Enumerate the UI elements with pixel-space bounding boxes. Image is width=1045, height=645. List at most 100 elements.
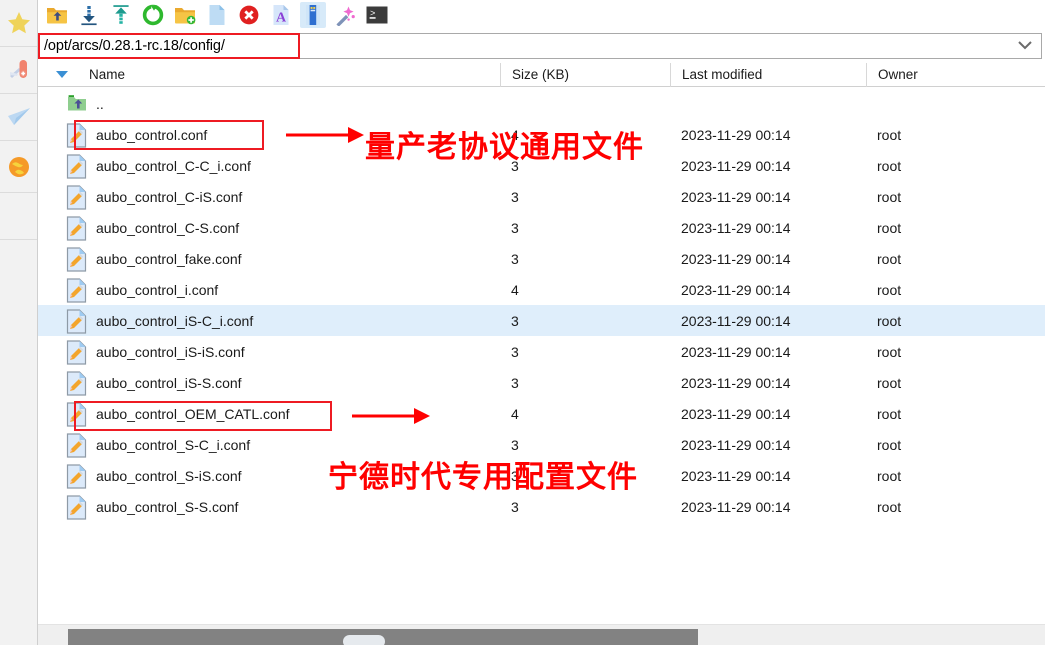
file-modified-cell: 2023-11-29 00:14: [681, 374, 791, 391]
file-owner-cell: root: [877, 312, 902, 329]
rename-button[interactable]: A: [268, 2, 294, 28]
file-size-cell: 3: [511, 436, 519, 453]
conf-file-icon: [66, 401, 88, 427]
file-list[interactable]: .. aubo_control.conf 4 2023-11-29 00:14 root…: [38, 88, 1045, 622]
file-modified-cell: 2023-11-29 00:14: [681, 312, 791, 329]
file-name-label: aubo_control_i.conf: [96, 281, 219, 298]
file-modified-cell: 2023-11-29 00:14: [681, 436, 791, 453]
file-row[interactable]: aubo_control_S-S.conf 3 2023-11-29 00:14 ro…: [38, 491, 1045, 522]
file-name-label: aubo_control_C-C_i.conf: [96, 157, 251, 174]
file-size-cell: 4: [511, 126, 519, 143]
scrollbar-grip[interactable]: [343, 635, 385, 645]
file-name-label: aubo_control_OEM_CATL.conf: [96, 405, 290, 422]
file-modified-cell: 2023-11-29 00:14: [681, 157, 791, 174]
conf-file-icon: [66, 215, 88, 241]
file-row[interactable]: aubo_control_iS-iS.conf 3 2023-11-29 00:14…: [38, 336, 1045, 367]
svg-text:A: A: [276, 11, 287, 26]
path-combobox[interactable]: /opt/arcs/0.28.1-rc.18/config/: [38, 33, 1042, 59]
terminal-button[interactable]: >: [364, 2, 390, 28]
conf-file-icon: [66, 184, 88, 210]
conf-file-icon: [66, 308, 88, 334]
file-row-name-cell: ..: [38, 92, 500, 116]
file-modified-cell: 2023-11-29 00:14: [681, 126, 791, 143]
sort-descending-triangle-icon[interactable]: [56, 71, 68, 78]
delete-button[interactable]: [236, 2, 262, 28]
column-header-owner[interactable]: Owner: [866, 62, 1045, 87]
file-size-cell: 3: [511, 467, 519, 484]
chevron-down-icon[interactable]: [1017, 37, 1033, 55]
sidebar-item-tools[interactable]: [0, 47, 37, 94]
file-row-name-cell: aubo_control_S-iS.conf: [38, 463, 500, 489]
new-folder-icon: [174, 5, 196, 25]
conf-file-icon: [66, 463, 88, 489]
path-bar: /opt/arcs/0.28.1-rc.18/config/: [38, 32, 1045, 60]
file-row[interactable]: aubo_control_C-C_i.conf 3 2023-11-29 00:14…: [38, 150, 1045, 181]
column-header-name[interactable]: Name: [38, 63, 500, 87]
parent-folder-button[interactable]: [44, 2, 70, 28]
file-modified-cell: 2023-11-29 00:14: [681, 219, 791, 236]
file-row[interactable]: aubo_control_OEM_CATL.conf 4 2023-11-29 00…: [38, 398, 1045, 429]
conf-file-icon: [66, 122, 88, 148]
file-name-label: aubo_control_iS-C_i.conf: [96, 312, 254, 329]
file-row[interactable]: aubo_control_iS-S.conf 3 2023-11-29 00:14 r…: [38, 367, 1045, 398]
conf-file-icon: [66, 277, 88, 303]
file-row-name-cell: aubo_control_S-C_i.conf: [38, 432, 500, 458]
file-row[interactable]: aubo_control_S-C_i.conf 3 2023-11-29 00:14…: [38, 429, 1045, 460]
file-size-cell: 3: [511, 188, 519, 205]
file-name-label: ..: [96, 95, 104, 112]
file-size-cell: 3: [511, 312, 519, 329]
file-row-name-cell: aubo_control_C-iS.conf: [38, 184, 500, 210]
refresh-icon: [142, 4, 164, 26]
toolbar: A >: [38, 0, 1045, 30]
file-row-name-cell: aubo_control_OEM_CATL.conf: [38, 401, 500, 427]
file-name-label: aubo_control_S-C_i.conf: [96, 436, 251, 453]
horizontal-scrollbar[interactable]: [38, 624, 1045, 645]
file-name-label: aubo_control_iS-S.conf: [96, 374, 242, 391]
refresh-button[interactable]: [140, 2, 166, 28]
file-owner-cell: root: [877, 374, 902, 391]
file-owner-cell: root: [877, 281, 902, 298]
file-row[interactable]: aubo_control.conf 4 2023-11-29 00:14 root: [38, 119, 1045, 150]
file-modified-cell: 2023-11-29 00:14: [681, 281, 791, 298]
file-row[interactable]: aubo_control_C-iS.conf 3 2023-11-29 00:14 r…: [38, 181, 1045, 212]
file-row[interactable]: aubo_control_C-S.conf 3 2023-11-29 00:14 ro…: [38, 212, 1045, 243]
file-owner-cell: root: [877, 250, 902, 267]
file-row[interactable]: aubo_control_i.conf 4 2023-11-29 00:14 root: [38, 274, 1045, 305]
upload-button[interactable]: [108, 2, 134, 28]
conf-file-icon: [66, 339, 88, 365]
file-row-name-cell: aubo_control_iS-S.conf: [38, 370, 500, 396]
download-icon: [79, 4, 99, 26]
file-owner-cell: root: [877, 343, 902, 360]
file-name-label: aubo_control.conf: [96, 126, 208, 143]
file-modified-cell: 2023-11-29 00:14: [681, 467, 791, 484]
permissions-button[interactable]: [332, 2, 358, 28]
file-size-cell: 3: [511, 498, 519, 515]
file-owner-cell: root: [877, 498, 902, 515]
favorites-star-icon: [6, 10, 32, 36]
conf-file-icon: [66, 370, 88, 396]
file-row[interactable]: aubo_control_fake.conf 3 2023-11-29 00:14 r…: [38, 243, 1045, 274]
file-row[interactable]: aubo_control_S-iS.conf 3 2023-11-29 00:14 r…: [38, 460, 1045, 491]
sidebar-item-web[interactable]: [0, 141, 37, 193]
download-button[interactable]: [76, 2, 102, 28]
file-manager-window: A > /opt/arcs/0.28.1-rc.18/config/ Name …: [0, 0, 1045, 645]
conf-file-icon: [66, 246, 88, 272]
new-file-button[interactable]: [204, 2, 230, 28]
file-row[interactable]: aubo_control_iS-C_i.conf 3 2023-11-29 00:1…: [38, 305, 1045, 336]
file-row-name-cell: aubo_control_i.conf: [38, 277, 500, 303]
column-header-size[interactable]: Size (KB): [500, 62, 670, 87]
properties-button[interactable]: [300, 2, 326, 28]
new-folder-button[interactable]: [172, 2, 198, 28]
parent-directory-row[interactable]: ..: [38, 88, 1045, 119]
column-header-last-modified-label: Last modified: [682, 67, 763, 82]
column-header-last-modified[interactable]: Last modified: [670, 62, 866, 87]
file-row-name-cell: aubo_control_C-C_i.conf: [38, 153, 500, 179]
delete-icon: [238, 4, 260, 26]
column-header-owner-label: Owner: [878, 67, 918, 82]
send-plane-icon: [6, 104, 32, 130]
path-input[interactable]: /opt/arcs/0.28.1-rc.18/config/: [39, 38, 225, 54]
file-modified-cell: 2023-11-29 00:14: [681, 343, 791, 360]
sidebar-item-favorites[interactable]: [0, 0, 37, 47]
sidebar-item-send[interactable]: [0, 94, 37, 141]
file-modified-cell: 2023-11-29 00:14: [681, 188, 791, 205]
